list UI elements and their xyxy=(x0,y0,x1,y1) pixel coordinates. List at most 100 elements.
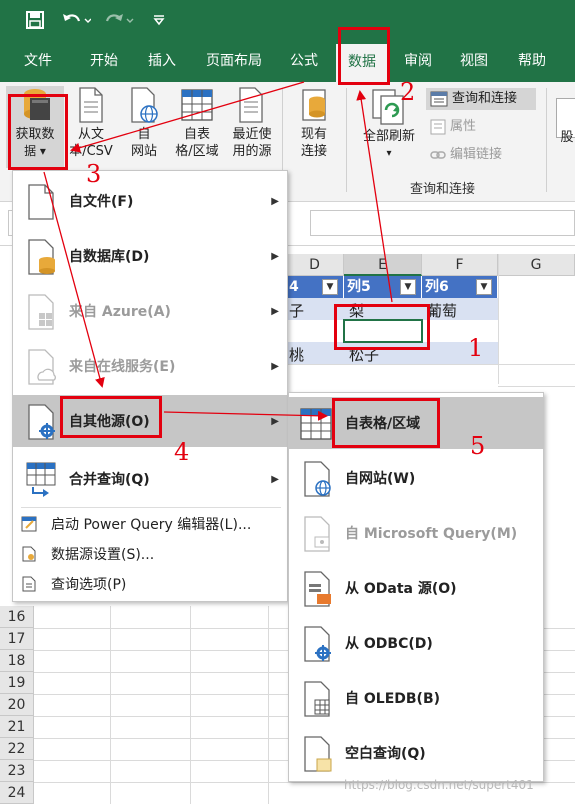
submenu-arrow-icon: ▶ xyxy=(271,360,279,372)
tab-formulas[interactable]: 公式 xyxy=(278,40,330,82)
filter-dropdown-icon[interactable]: ▼ xyxy=(400,279,416,295)
blank-query-icon xyxy=(304,736,332,772)
web-icon xyxy=(304,461,331,497)
from-text-label-line2: 本/CSV xyxy=(69,144,113,159)
save-icon[interactable] xyxy=(24,9,46,31)
menu-item-from-file[interactable]: 自文件(F) ▶ xyxy=(13,175,287,227)
menu-item-launch-power-query[interactable]: 启动 Power Query 编辑器(L)... xyxy=(13,509,287,539)
row-header[interactable]: 20 xyxy=(0,694,34,716)
row-header[interactable]: 19 xyxy=(0,672,34,694)
table-header-label: 列6 xyxy=(425,279,449,295)
menu-item-from-odbc[interactable]: 从 ODBC(D) xyxy=(289,617,543,669)
annotation-number-2: 2 xyxy=(400,78,416,106)
stocks-button[interactable]: 股 xyxy=(556,98,575,145)
table-header-label: 列5 xyxy=(347,279,371,295)
group-label-queries: 查询和连接 xyxy=(410,182,476,197)
table-icon xyxy=(300,408,332,440)
queries-icon xyxy=(430,91,448,107)
row-header[interactable]: 17 xyxy=(0,628,34,650)
tab-insert[interactable]: 插入 xyxy=(134,40,190,82)
menu-item-label: 自 OLEDB(B) xyxy=(345,691,441,707)
tab-home[interactable]: 开始 xyxy=(76,40,132,82)
from-table-range-button[interactable]: 自表 格/区域 xyxy=(170,86,224,160)
menu-item-blank-query[interactable]: 空白查询(Q) xyxy=(289,727,543,779)
submenu-arrow-icon: ▶ xyxy=(271,305,279,317)
menu-item-query-options[interactable]: 查询选项(P) xyxy=(13,569,287,599)
from-web-label-line2: 网站 xyxy=(130,144,157,159)
properties-label: 属性 xyxy=(450,119,477,134)
submenu-arrow-icon: ▶ xyxy=(271,195,279,207)
submenu-arrow-icon: ▶ xyxy=(271,415,279,427)
grid-line xyxy=(110,606,111,804)
tab-view[interactable]: 视图 xyxy=(446,40,502,82)
annotation-number-1: 1 xyxy=(468,334,484,362)
database-icon xyxy=(28,239,55,275)
column-header-g[interactable]: G xyxy=(498,254,575,276)
menu-item-from-online-services[interactable]: 来自在线服务(E) ▶ xyxy=(13,340,287,392)
properties-button[interactable]: 属性 xyxy=(430,116,530,138)
cell-d-r3[interactable]: 桃 xyxy=(286,344,304,365)
from-table-label-line1: 自表 xyxy=(183,127,210,142)
undo-icon[interactable] xyxy=(60,9,92,31)
menu-item-from-microsoft-query[interactable]: 自 Microsoft Query(M) xyxy=(289,507,543,559)
annotation-box-data-tab xyxy=(338,27,390,85)
menu-item-from-oledb[interactable]: 自 OLEDB(B) xyxy=(289,672,543,724)
menu-item-combine-queries[interactable]: 合并查询(Q) ▶ xyxy=(13,453,287,505)
ribbon-separator xyxy=(346,88,347,192)
menu-item-from-database[interactable]: 自数据库(D) ▶ xyxy=(13,230,287,282)
from-web-button[interactable]: 自 网站 xyxy=(122,86,166,160)
azure-icon xyxy=(28,294,54,330)
row-header[interactable]: 24 xyxy=(0,782,34,804)
other-sources-icon xyxy=(28,404,55,440)
connections-icon xyxy=(302,89,326,121)
table-icon xyxy=(181,89,213,121)
table-header-col5[interactable]: 列5 ▼ xyxy=(344,276,422,298)
filter-dropdown-icon[interactable]: ▼ xyxy=(322,279,338,295)
cell-d-r1[interactable]: 子 xyxy=(286,300,304,321)
grid-line xyxy=(498,386,575,387)
queries-connections-button[interactable]: 查询和连接 xyxy=(426,88,536,110)
ribbon-separator xyxy=(546,88,547,192)
menu-item-label: 查询选项(P) xyxy=(51,577,127,593)
tab-help[interactable]: 帮助 xyxy=(504,40,560,82)
menu-item-label: 来自 Azure(A) xyxy=(69,304,171,320)
table-header-col6[interactable]: 列6 ▼ xyxy=(422,276,498,298)
column-header-d[interactable]: D xyxy=(286,254,344,276)
menu-divider xyxy=(21,507,281,508)
menu-item-from-azure[interactable]: 来自 Azure(A) ▶ xyxy=(13,285,287,337)
odbc-icon xyxy=(304,626,331,662)
column-header-f[interactable]: F xyxy=(422,254,498,276)
filter-dropdown-icon[interactable]: ▼ xyxy=(476,279,492,295)
annotation-box-cell xyxy=(334,304,430,350)
row-header[interactable]: 22 xyxy=(0,738,34,760)
existing-connections-button[interactable]: 现有 连接 xyxy=(290,86,338,160)
tab-review[interactable]: 审阅 xyxy=(390,40,446,82)
formula-input[interactable] xyxy=(310,210,575,236)
customize-icon[interactable] xyxy=(150,9,168,31)
recent-sources-button[interactable]: 最近使 用的源 xyxy=(226,86,278,160)
annotation-box-other-sources xyxy=(60,396,162,438)
link-icon xyxy=(430,151,446,159)
column-header-e[interactable]: E xyxy=(344,254,422,276)
table-header-label: 4 xyxy=(289,279,299,295)
row-header[interactable]: 23 xyxy=(0,760,34,782)
menu-item-label: 自 Microsoft Query(M) xyxy=(345,526,518,542)
menu-item-from-web[interactable]: 自网站(W) xyxy=(289,452,543,504)
row-header[interactable]: 16 xyxy=(0,606,34,628)
menu-item-from-odata[interactable]: 从 OData 源(O) xyxy=(289,562,543,614)
row-header[interactable]: 18 xyxy=(0,650,34,672)
row-header[interactable]: 21 xyxy=(0,716,34,738)
tab-page-layout[interactable]: 页面布局 xyxy=(194,40,274,82)
from-text-label-line1: 从文 xyxy=(77,127,104,142)
cloud-icon xyxy=(28,349,56,385)
menu-item-label: 自数据库(D) xyxy=(69,249,150,265)
refresh-all-label: 全部刷新 xyxy=(362,129,415,144)
annotation-number-3: 3 xyxy=(86,160,102,188)
table-header-col4[interactable]: 4 ▼ xyxy=(286,276,344,298)
menu-item-label: 合并查询(Q) xyxy=(69,472,150,488)
from-text-csv-button[interactable]: 从文 本/CSV xyxy=(66,86,116,160)
redo-icon[interactable] xyxy=(104,9,136,31)
tab-file[interactable]: 文件 xyxy=(10,40,66,82)
menu-item-data-source-settings[interactable]: 数据源设置(S)... xyxy=(13,539,287,569)
edit-links-button[interactable]: 编辑链接 xyxy=(430,144,530,166)
